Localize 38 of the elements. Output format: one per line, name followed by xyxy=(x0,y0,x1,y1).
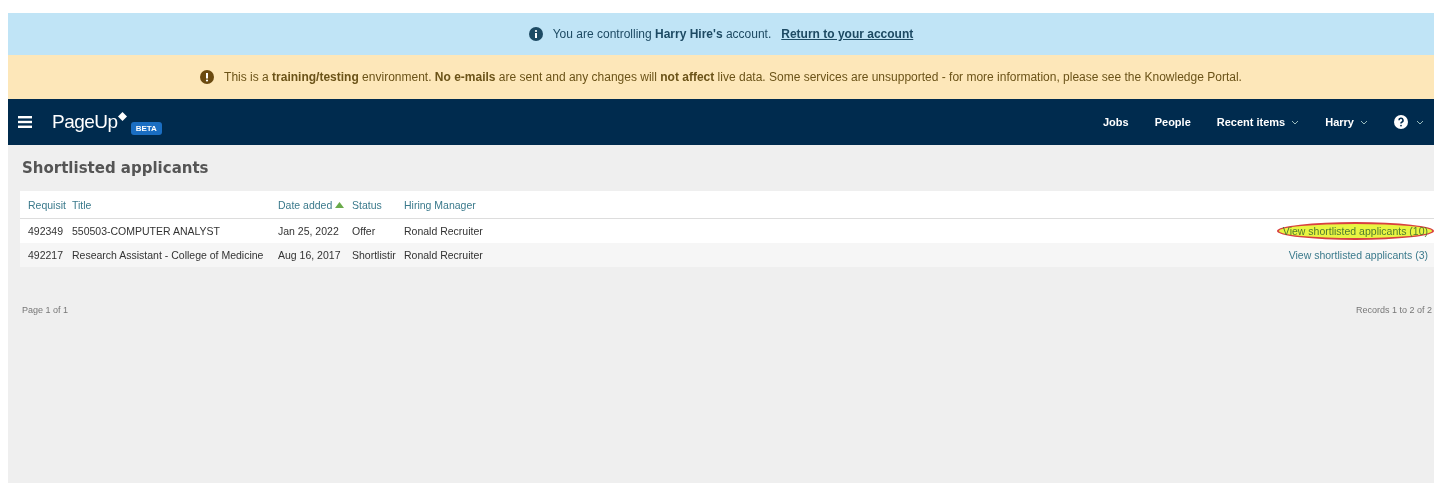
nav-item[interactable]: Harry xyxy=(1325,116,1368,128)
impersonation-message: You are controlling Harry Hire's account. xyxy=(552,27,772,41)
chevron-down-icon xyxy=(1360,119,1368,125)
diamond-icon xyxy=(117,111,127,121)
table-cell: Research Assistant - College of Medicine xyxy=(72,249,264,261)
column-header[interactable]: Title xyxy=(72,198,278,211)
training-message: This is a training/testing environment. No e-mails are sent and any changes will not affect live data. Some services are unsupported - for more information, please see the Knowledge Portal. xyxy=(224,70,1242,84)
nav-item[interactable]: Jobs xyxy=(1103,116,1129,128)
menu-icon[interactable] xyxy=(18,116,32,128)
exclamation-icon xyxy=(200,70,215,84)
info-icon xyxy=(528,27,543,41)
table-cell: 492217 xyxy=(28,249,64,261)
table-cell: Offer xyxy=(352,225,376,237)
table-cell: 492349 xyxy=(28,225,64,237)
column-header[interactable]: Requisit xyxy=(28,198,72,211)
column-header[interactable]: Status xyxy=(352,198,404,211)
column-header[interactable]: Date added xyxy=(278,198,352,211)
chevron-down-icon[interactable] xyxy=(1416,119,1424,125)
return-link[interactable]: Return to your account xyxy=(781,27,914,41)
chevron-down-icon xyxy=(1291,119,1300,125)
table-cell: Jan 25, 2022 xyxy=(278,225,339,237)
nav-item[interactable]: Recent items xyxy=(1216,116,1300,128)
records-count: Records 1 to 2 of 2 xyxy=(1355,305,1432,315)
logo[interactable]: PageUp xyxy=(52,111,118,133)
table-cell: Shortlistir xyxy=(352,249,396,261)
table-cell: 550503-COMPUTER ANALYST xyxy=(72,225,221,237)
table-cell: Ronald Recruiter xyxy=(404,225,483,237)
column-header[interactable]: Hiring Manager xyxy=(404,198,1434,211)
table-cell: Ronald Recruiter xyxy=(404,249,483,261)
beta-badge: BETA xyxy=(130,121,162,135)
page-title: Shortlisted applicants xyxy=(22,159,210,177)
view-applicants-link[interactable]: View shortlisted applicants (3) xyxy=(1282,246,1434,264)
view-applicants-link[interactable]: View shortlisted applicants (10) xyxy=(1276,222,1434,240)
help-icon[interactable] xyxy=(1394,115,1408,129)
sort-ascending-icon xyxy=(335,201,345,208)
nav-item[interactable]: People xyxy=(1154,116,1191,128)
table-cell: Aug 16, 2017 xyxy=(278,249,341,261)
page-indicator: Page 1 of 1 xyxy=(22,305,69,315)
